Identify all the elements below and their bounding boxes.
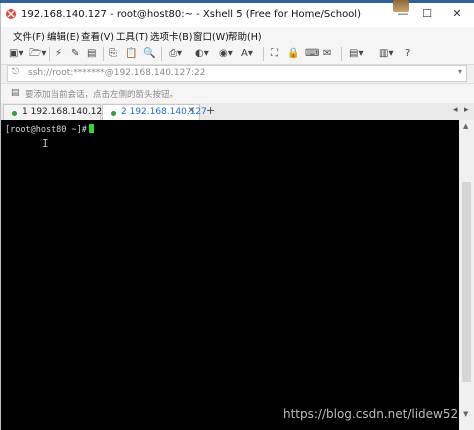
close-button[interactable]: ✕ <box>449 7 465 21</box>
properties-icon[interactable]: ▤ <box>87 47 96 61</box>
menu-window[interactable]: 窗口(W) <box>193 29 229 43</box>
minimize-button[interactable]: — <box>395 7 411 21</box>
chevron-down-icon[interactable]: ▾ <box>458 67 462 76</box>
address-lock-icon: ⎋ <box>12 67 20 77</box>
tab-session-1[interactable]: 1 192.168.140.128 <box>3 104 108 120</box>
tab-session-2[interactable]: 2 192.168.140.127 ✕ <box>102 104 207 120</box>
address-text[interactable]: ssh://root:*******@192.168.140.127:22 <box>28 68 206 78</box>
layout-icon[interactable]: ▥▾ <box>379 47 393 61</box>
keyboard-icon[interactable]: ⌨ <box>305 47 319 61</box>
mouse-ibeam-cursor-icon: I <box>42 137 49 150</box>
menu-bar: 文件(F) 编辑(E) 查看(V) 工具(T) 选项卡(B) 窗口(W) 帮助(… <box>1 27 474 44</box>
scrollbar-thumb[interactable] <box>462 182 471 382</box>
paste-icon[interactable]: 📋 <box>125 47 137 61</box>
toolbar: ▣▾ 🗁▾ ⚡ ✎ ▤ ⎘ 📋 🔍 ⎙▾ ◐▾ ◉▾ A▾ ⛶ 🔒 ⌨ ✉ ▤▾… <box>1 44 474 65</box>
help-icon[interactable]: ? <box>405 47 410 61</box>
menu-tab[interactable]: 选项卡(B) <box>150 29 192 43</box>
watermark-text: https://blog.csdn.net/lidew52 <box>283 407 459 421</box>
toolbar-separator <box>161 47 162 61</box>
color-scheme-icon[interactable]: ◐▾ <box>195 47 209 61</box>
terminal-prompt-line: [root@host80 ~]# <box>5 124 94 135</box>
session-tabs: 1 192.168.140.128 2 192.168.140.127 ✕ + … <box>1 103 474 120</box>
terminal-area[interactable]: [root@host80 ~]# <box>1 120 459 430</box>
scroll-down-icon[interactable]: ▼ <box>463 410 468 418</box>
toolbar-separator <box>341 47 342 61</box>
menu-edit[interactable]: 编辑(E) <box>47 29 79 43</box>
copy-icon[interactable]: ⎘ <box>109 47 117 61</box>
compose-icon[interactable]: ▤▾ <box>349 47 363 61</box>
add-tab-button[interactable]: + <box>206 104 215 117</box>
lock-icon[interactable]: 🔒 <box>287 47 299 61</box>
tab-prev-icon[interactable]: ◂ <box>453 105 458 115</box>
toolbar-separator <box>49 47 50 61</box>
font-icon[interactable]: A▾ <box>241 47 253 61</box>
tip-text: 要添加当前会话，点击左侧的箭头按钮。 <box>25 90 179 100</box>
text-cursor <box>88 124 94 133</box>
menu-view[interactable]: 查看(V) <box>81 29 114 43</box>
status-dot-icon <box>111 111 116 116</box>
title-bar[interactable]: 192.168.140.127 - root@host80:~ - Xshell… <box>1 0 474 27</box>
menu-file[interactable]: 文件(F) <box>13 29 45 43</box>
open-folder-icon[interactable]: 🗁▾ <box>29 47 46 61</box>
status-dot-icon <box>12 111 17 116</box>
xshell-app-icon <box>6 9 16 19</box>
terminal-scrollbar[interactable]: ▲ ▼ <box>459 120 474 430</box>
bookmark-icon[interactable]: ▤ <box>11 88 20 98</box>
disconnect-icon[interactable]: ✎ <box>71 47 79 61</box>
globe-icon[interactable]: ◉▾ <box>219 47 233 61</box>
menu-help[interactable]: 帮助(H) <box>228 29 262 43</box>
fullscreen-icon[interactable]: ⛶ <box>271 47 278 61</box>
address-bar[interactable]: ⎋ ssh://root:*******@192.168.140.127:22 … <box>7 65 467 82</box>
menu-tools[interactable]: 工具(T) <box>116 29 148 43</box>
window-title: 192.168.140.127 - root@host80:~ - Xshell… <box>21 9 361 20</box>
xshell-window: 192.168.140.127 - root@host80:~ - Xshell… <box>0 0 474 430</box>
toolbar-separator <box>103 47 104 61</box>
toolbar-separator <box>263 47 264 61</box>
new-session-icon[interactable]: ▣▾ <box>9 47 23 61</box>
tab-label: 1 192.168.140.128 <box>22 107 108 117</box>
find-icon[interactable]: 🔍 <box>143 47 155 61</box>
script-icon[interactable]: ✉ <box>323 47 331 61</box>
connect-icon[interactable]: ⚡ <box>55 47 62 61</box>
tip-bar: ▤ 要添加当前会话，点击左侧的箭头按钮。 <box>1 83 474 104</box>
prompt-text: [root@host80 ~]# <box>5 125 87 135</box>
print-icon[interactable]: ⎙▾ <box>169 47 182 61</box>
tab-next-icon[interactable]: ▸ <box>464 105 469 115</box>
close-icon[interactable]: ✕ <box>187 106 195 116</box>
maximize-button[interactable]: ☐ <box>419 7 435 21</box>
scroll-up-icon[interactable]: ▲ <box>463 122 468 130</box>
